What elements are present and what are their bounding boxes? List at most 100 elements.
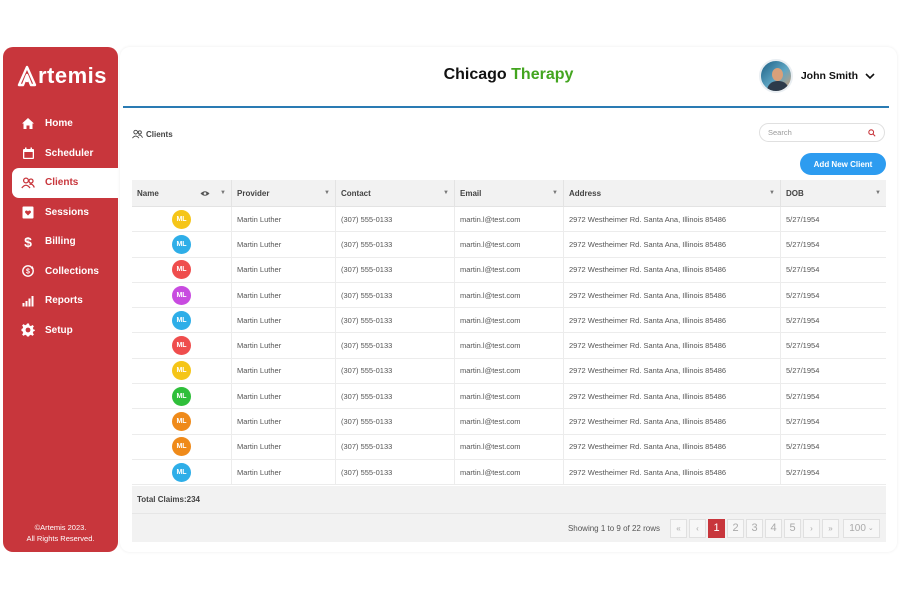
client-initials-avatar[interactable]: ML [172,437,191,457]
page-button[interactable]: 5 [784,518,801,538]
avatar[interactable] [758,59,793,93]
client-initials-avatar[interactable]: ML [172,462,191,482]
dollar-icon: $ [21,235,35,249]
client-initials-avatar[interactable]: ML [172,412,191,432]
breadcrumb-label[interactable]: Clients [146,130,173,139]
column-header-email[interactable]: Email ▼ [455,180,564,206]
client-initials-avatar[interactable]: ML [172,260,191,280]
page-button[interactable]: 4 [765,518,782,538]
filter-caret-icon[interactable]: ▼ [443,190,449,196]
client-initials-avatar[interactable]: ML [172,209,191,229]
next-page-button[interactable]: › [803,518,820,538]
page-button[interactable]: 2 [727,518,744,538]
email-cell: martin.l@test.com [455,333,564,358]
showing-rows-text: Showing 1 to 9 of 22 rows [567,523,660,533]
email-cell: martin.l@test.com [455,232,564,257]
table-row[interactable]: ML Martin Luther (307) 555-0133 martin.l@te… [132,207,886,233]
sidebar-item-billing[interactable]: $ Billing [3,227,118,257]
dob-cell: 5/27/1954 [786,391,820,401]
email-cell: martin.l@test.com [455,257,564,282]
total-claims: Total Claims:234 [132,486,886,513]
name-cell: ML [132,409,232,434]
contact-cell: (307) 555-0133 [336,257,455,282]
chevron-down-icon[interactable] [865,71,875,81]
provider-cell: Martin Luther [232,333,336,358]
table-row[interactable]: ML Martin Luther (307) 555-0133 martin.l@te… [132,333,886,359]
client-initials-avatar[interactable]: ML [172,386,191,406]
eye-icon[interactable] [200,190,210,197]
table-row[interactable]: ML Martin Luther (307) 555-0133 martin.l@te… [132,384,886,410]
last-page-button[interactable]: » [822,518,839,538]
contact-cell: (307) 555-0133 [336,333,455,358]
filter-caret-icon[interactable]: ▼ [552,190,558,196]
page-button[interactable]: 1 [708,518,725,538]
bar-chart-icon [21,294,35,308]
table-row[interactable]: ML Martin Luther (307) 555-0133 martin.l@te… [132,434,886,460]
table-row[interactable]: ML Martin Luther (307) 555-0133 martin.l@te… [132,358,886,385]
contact-cell: (307) 555-0133 [336,282,455,308]
email-cell: martin.l@test.com [455,434,564,459]
dob-cell: 5/27/1954 [786,442,820,452]
filter-caret-icon[interactable]: ▼ [220,190,226,196]
table-row[interactable]: ML Martin Luther (307) 555-0133 martin.l@te… [132,257,886,283]
sidebar-item-home[interactable]: Home [3,109,118,139]
column-header-contact[interactable]: Contact ▼ [336,180,455,206]
address-cell: 2972 Westheimer Rd. Santa Ana, Illinois … [564,459,781,485]
logo[interactable]: rtemis [17,63,107,89]
sidebar-item-reports[interactable]: Reports [3,286,118,316]
sidebar-item-collections[interactable]: $ Collections [3,257,118,287]
search-icon[interactable] [868,128,876,137]
provider-cell: Martin Luther [232,459,336,485]
calendar-icon [21,146,35,160]
sidebar-item-setup[interactable]: Setup [3,316,118,346]
filter-caret-icon[interactable]: ▼ [875,190,881,196]
table-row[interactable]: ML Martin Luther (307) 555-0133 martin.l@te… [132,282,886,309]
contact-cell: (307) 555-0133 [336,308,455,333]
email-cell: martin.l@test.com [455,282,564,308]
avatar-face [771,68,783,81]
table-row[interactable]: ML Martin Luther (307) 555-0133 martin.l@te… [132,232,886,258]
address-cell: 2972 Westheimer Rd. Santa Ana, Illinois … [564,257,781,282]
table-row[interactable]: ML Martin Luther (307) 555-0133 martin.l@te… [132,409,886,435]
client-initials-avatar[interactable]: ML [172,285,191,305]
provider-cell: Martin Luther [232,358,336,384]
client-initials-avatar[interactable]: ML [172,361,191,381]
first-page-button[interactable]: « [670,518,687,538]
filter-caret-icon[interactable]: ▼ [769,190,775,196]
column-header-address[interactable]: Address ▼ [564,180,781,206]
table-body: ML Martin Luther (307) 555-0133 martin.l@te… [132,207,886,486]
page-button[interactable]: 3 [746,518,763,538]
column-header-dob[interactable]: DOB ▼ [781,180,886,206]
search-box[interactable] [759,123,885,142]
search-input[interactable] [768,128,868,137]
sidebar-item-label: Sessions [45,206,89,218]
address-cell: 2972 Westheimer Rd. Santa Ana, Illinois … [564,358,781,384]
sidebar-item-clients[interactable]: Clients [12,168,118,198]
name-cell: ML [132,384,232,409]
client-initials-avatar[interactable]: ML [172,234,191,254]
dob-cell: 5/27/1954 [786,315,820,325]
client-initials-avatar[interactable]: ML [172,310,191,330]
sidebar-item-label: Collections [45,265,99,277]
sidebar-item-sessions[interactable]: Sessions [3,198,118,228]
sidebar-item-label: Scheduler [45,147,94,159]
address-cell: 2972 Westheimer Rd. Santa Ana, Illinois … [564,207,781,232]
table-row[interactable]: ML Martin Luther (307) 555-0133 martin.l@te… [132,308,886,334]
user-menu[interactable]: John Smith [758,59,875,93]
contact-cell: (307) 555-0133 [336,232,455,257]
column-header-name[interactable]: Name ▼ [132,180,232,206]
add-new-client-button[interactable]: Add New Client [800,153,886,175]
table-row[interactable]: ML Martin Luther (307) 555-0133 martin.l@te… [132,459,886,486]
page-size-select[interactable]: 100 ⌄ [843,518,880,538]
user-name[interactable]: John Smith [801,70,858,82]
filter-caret-icon[interactable]: ▼ [324,190,330,196]
copyright-line: All Rights Reserved. [26,534,95,543]
contact-cell: (307) 555-0133 [336,207,455,232]
pagination-bar: Showing 1 to 9 of 22 rows « ‹ 12345 › » … [132,513,886,542]
sidebar-item-label: Clients [45,177,79,189]
prev-page-button[interactable]: ‹ [689,518,706,538]
column-header-provider[interactable]: Provider ▼ [232,180,336,206]
sidebar-item-scheduler[interactable]: Scheduler [3,139,118,169]
contact-cell: (307) 555-0133 [336,459,455,485]
client-initials-avatar[interactable]: ML [172,336,191,356]
